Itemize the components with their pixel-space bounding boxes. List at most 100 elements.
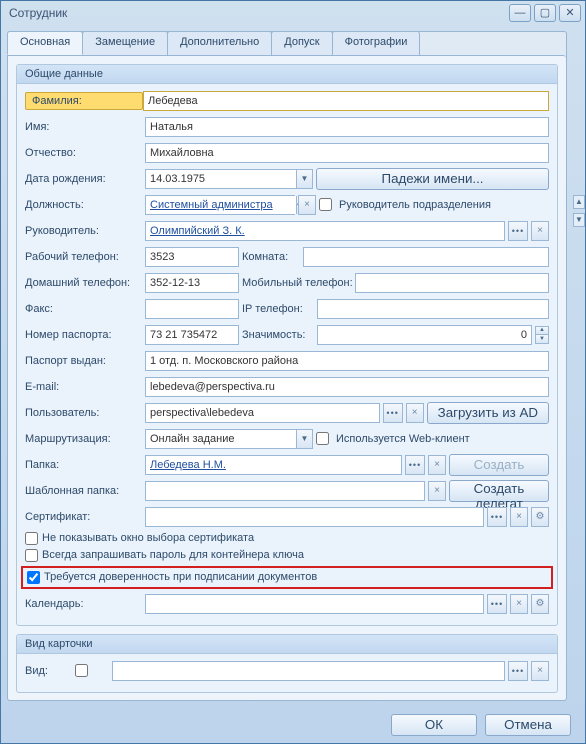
label-surname: Фамилия: xyxy=(25,92,143,110)
routing-input[interactable] xyxy=(146,430,296,448)
workphone-field[interactable] xyxy=(145,247,239,267)
position-input[interactable] xyxy=(146,196,296,214)
clear-position-button[interactable]: × xyxy=(298,195,316,215)
tpl-folder-input[interactable] xyxy=(145,481,425,501)
label-ipphone: IP телефон: xyxy=(242,303,314,315)
ipphone-field[interactable] xyxy=(317,299,549,319)
create-folder-button: Создать xyxy=(449,454,549,476)
fax-field[interactable] xyxy=(145,299,239,319)
calendar-input[interactable] xyxy=(145,594,484,614)
folder-browse-button[interactable]: ••• xyxy=(405,455,425,475)
group-card-kind-header: Вид карточки xyxy=(17,635,557,654)
calendar-browse-button[interactable]: ••• xyxy=(487,594,507,614)
label-name: Имя: xyxy=(25,121,145,133)
cert-browse-button[interactable]: ••• xyxy=(487,507,507,527)
patronymic-field[interactable] xyxy=(145,143,549,163)
manager-browse-button[interactable]: ••• xyxy=(508,221,528,241)
email-field[interactable] xyxy=(145,377,549,397)
close-button[interactable]: ✕ xyxy=(559,4,581,22)
manager-input[interactable] xyxy=(145,221,505,241)
ok-button[interactable]: ОК xyxy=(391,714,477,736)
minimize-button[interactable]: — xyxy=(509,4,531,22)
folder-input[interactable] xyxy=(145,455,402,475)
chevron-down-icon[interactable]: ▼ xyxy=(296,170,312,188)
cert-input[interactable] xyxy=(145,507,484,527)
need-proxy-checkbox[interactable] xyxy=(27,571,40,584)
calendar-config-button[interactable]: ⚙ xyxy=(531,594,549,614)
routing-combo[interactable]: ▼ xyxy=(145,429,313,449)
label-importance: Значимость: xyxy=(242,329,314,341)
label-mobile: Мобильный телефон: xyxy=(242,277,352,289)
clear-folder-button[interactable]: × xyxy=(428,455,446,475)
scroll-down-icon[interactable]: ▼ xyxy=(573,213,585,227)
kind-browse-button[interactable]: ••• xyxy=(508,661,528,681)
importance-field[interactable] xyxy=(317,325,532,345)
user-field[interactable] xyxy=(145,403,380,423)
name-field[interactable] xyxy=(145,117,549,137)
clear-kind-button[interactable]: × xyxy=(531,661,549,681)
clear-manager-button[interactable]: × xyxy=(531,221,549,241)
tab-substitution[interactable]: Замещение xyxy=(82,31,168,55)
tab-additional[interactable]: Дополнительно xyxy=(167,31,272,55)
label-birthdate: Дата рождения: xyxy=(25,173,145,185)
label-fax: Факс: xyxy=(25,303,145,315)
kind-input[interactable] xyxy=(112,661,505,681)
label-room: Комната: xyxy=(242,251,300,263)
surname-field[interactable] xyxy=(143,91,549,111)
group-general-header: Общие данные xyxy=(17,65,557,84)
vertical-scrollbar[interactable]: ▲ ▼ xyxy=(573,45,585,707)
mobile-field[interactable] xyxy=(355,273,549,293)
titlebar[interactable]: Сотрудник — ▢ ✕ xyxy=(1,1,585,25)
label-passport-by: Паспорт выдан: xyxy=(25,355,145,367)
hide-cert-dialog-label: Не показывать окно выбора сертификата xyxy=(42,532,254,544)
label-email: E-mail: xyxy=(25,381,145,393)
label-position: Должность: xyxy=(25,199,145,211)
highlighted-option: Требуется доверенность при подписании до… xyxy=(21,566,553,589)
chevron-down-icon[interactable]: ▼ xyxy=(296,430,312,448)
need-proxy-label: Требуется доверенность при подписании до… xyxy=(44,571,317,583)
kind-checkbox[interactable] xyxy=(75,664,88,677)
tab-strip: Основная Замещение Дополнительно Допуск … xyxy=(7,31,566,55)
user-browse-button[interactable]: ••• xyxy=(383,403,403,423)
homephone-field[interactable] xyxy=(145,273,239,293)
importance-stepper[interactable]: ▲▼ xyxy=(535,326,549,344)
position-lookup[interactable]: ••• xyxy=(145,195,295,215)
passport-no-field[interactable] xyxy=(145,325,239,345)
window-title: Сотрудник xyxy=(9,6,506,20)
hide-cert-dialog-checkbox[interactable] xyxy=(25,532,38,545)
web-client-checkbox[interactable] xyxy=(316,432,329,445)
group-card-kind: Вид карточки Вид: ••• × xyxy=(16,634,558,693)
head-of-dept-label: Руководитель подразделения xyxy=(339,199,491,211)
spin-down-icon[interactable]: ▼ xyxy=(535,335,549,344)
label-homephone: Домашний телефон: xyxy=(25,277,145,289)
tab-control: Основная Замещение Дополнительно Допуск … xyxy=(7,31,567,701)
dialog-footer: ОК Отмена xyxy=(1,707,585,743)
create-delegate-button[interactable]: Создать делегат xyxy=(449,480,549,502)
label-user: Пользователь: xyxy=(25,407,145,419)
label-manager: Руководитель: xyxy=(25,225,145,237)
scroll-up-icon[interactable]: ▲ xyxy=(573,195,585,209)
cert-config-button[interactable]: ⚙ xyxy=(531,507,549,527)
ask-key-pwd-checkbox[interactable] xyxy=(25,549,38,562)
load-ad-button[interactable]: Загрузить из AD xyxy=(427,402,549,424)
maximize-button[interactable]: ▢ xyxy=(534,4,556,22)
clear-user-button[interactable]: × xyxy=(406,403,424,423)
clear-tpl-folder-button[interactable]: × xyxy=(428,481,446,501)
tab-photos[interactable]: Фотографии xyxy=(332,31,421,55)
birthdate-input[interactable] xyxy=(146,170,296,188)
clear-calendar-button[interactable]: × xyxy=(510,594,528,614)
employee-window: Сотрудник — ▢ ✕ ▲ ▼ Основная Замещение Д… xyxy=(0,0,586,744)
tab-access[interactable]: Допуск xyxy=(271,31,332,55)
label-folder: Папка: xyxy=(25,459,145,471)
room-field[interactable] xyxy=(303,247,549,267)
name-cases-button[interactable]: Падежи имени... xyxy=(316,168,549,190)
spin-up-icon[interactable]: ▲ xyxy=(535,326,549,335)
label-tpl-folder: Шаблонная папка: xyxy=(25,485,145,497)
head-of-dept-checkbox[interactable] xyxy=(319,198,332,211)
passport-by-field[interactable] xyxy=(145,351,549,371)
clear-cert-button[interactable]: × xyxy=(510,507,528,527)
birthdate-picker[interactable]: ▼ xyxy=(145,169,313,189)
label-patronymic: Отчество: xyxy=(25,147,145,159)
cancel-button[interactable]: Отмена xyxy=(485,714,571,736)
tab-main[interactable]: Основная xyxy=(7,31,83,55)
